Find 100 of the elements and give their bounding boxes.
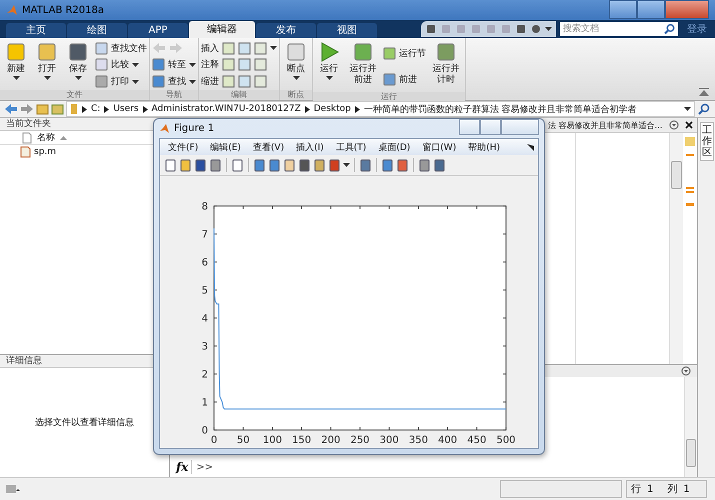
ribbon-button[interactable]: 断点 <box>282 40 310 90</box>
y-tick-label: 6 <box>202 258 208 268</box>
ribbon-button[interactable]: 打印 <box>95 74 147 90</box>
ribbon-tab[interactable]: 绘图 <box>67 23 127 38</box>
ribbon-button[interactable]: 新建 <box>2 40 30 90</box>
ribbon-button[interactable]: 查找文件 <box>95 40 147 56</box>
ribbon-button[interactable]: 运行并前进 <box>346 40 380 92</box>
workspace-tab[interactable]: 工作区 <box>700 122 714 161</box>
y-tick-label: 0 <box>202 426 208 436</box>
grip-icon[interactable] <box>6 484 20 494</box>
ribbon-tab[interactable]: 编辑器 <box>189 21 255 38</box>
caret-icon[interactable] <box>270 46 277 50</box>
caret-icon[interactable] <box>343 163 350 167</box>
ribbon-button[interactable]: 运行 <box>315 40 343 92</box>
x-tick-label: 500 <box>496 435 516 446</box>
ribbon-button[interactable]: 前进 <box>383 72 426 86</box>
path-field[interactable]: C: Users Administrator.WIN7U-20180127Z Desktop 一种简单的带罚函数的粒子群算法 容易修改并且非常简单适合初学者 <box>66 101 695 117</box>
ribbon-tab[interactable]: 视图 <box>317 23 377 38</box>
ribbon-tab[interactable]: 发布 <box>256 23 316 38</box>
caret-icon <box>292 76 300 80</box>
path-segment[interactable]: 一种简单的带罚函数的粒子群算法 容易修改并且非常简单适合初学者 <box>364 102 637 116</box>
sign-in-link[interactable]: 登录 <box>679 22 715 36</box>
scroll-bar[interactable] <box>684 377 697 477</box>
ribbon-tab[interactable]: 主页 <box>6 23 66 38</box>
menu-item[interactable]: 插入(I) <box>296 140 324 154</box>
maximize-button[interactable] <box>480 119 501 135</box>
search-field[interactable]: 搜索文档 <box>560 22 664 36</box>
toolbar-icon[interactable] <box>222 75 235 88</box>
ribbon-button[interactable]: 打开 <box>33 40 61 90</box>
chevron-icon <box>82 106 87 112</box>
toolbar-icon[interactable] <box>238 58 251 72</box>
x-tick-label: 200 <box>321 435 340 446</box>
close-button[interactable] <box>501 119 539 135</box>
caret-icon <box>132 80 139 84</box>
close-icon[interactable] <box>684 121 693 129</box>
toolbar-icon[interactable] <box>238 75 251 88</box>
scroll-bar[interactable] <box>669 133 683 364</box>
path-segment[interactable]: Desktop <box>314 104 351 114</box>
ribbon-label: 插入 <box>201 42 219 55</box>
menu-item[interactable]: 查看(V) <box>252 140 284 154</box>
dropdown-circle-icon[interactable] <box>668 120 679 130</box>
toolbar-icon[interactable] <box>254 42 267 55</box>
minimize-button[interactable] <box>609 0 637 19</box>
row-label: 行 <box>631 483 641 496</box>
search-icon[interactable] <box>697 102 711 116</box>
file-name[interactable]: sp.m <box>34 147 56 157</box>
group-label: 导航 <box>150 90 198 100</box>
caret-icon[interactable] <box>684 107 691 111</box>
ribbon-button[interactable]: 转至 <box>152 57 196 72</box>
minimize-button[interactable] <box>459 119 480 135</box>
menu-item[interactable]: 帮助(H) <box>468 140 500 154</box>
x-tick-label: 100 <box>262 435 282 446</box>
group-label: 运行 <box>313 92 465 102</box>
dropdown-circle-icon[interactable] <box>681 366 691 376</box>
caret-icon[interactable] <box>545 27 552 31</box>
chevron-icon <box>142 106 148 112</box>
maximize-button[interactable] <box>637 0 665 19</box>
chevron-icon <box>354 106 360 112</box>
close-button[interactable] <box>665 0 709 19</box>
row-value: 1 <box>647 484 654 494</box>
path-segment[interactable]: Users <box>113 104 139 114</box>
editor-tab-title[interactable]: 法 容易修改并且非常简单适合… <box>548 120 663 130</box>
toolbar-icon[interactable] <box>222 42 235 55</box>
path-segment[interactable]: C: <box>91 104 100 114</box>
toolbar-icon[interactable] <box>254 58 267 72</box>
y-tick-label: 5 <box>202 286 208 296</box>
toolbar-icon[interactable] <box>222 58 235 72</box>
menu-item[interactable]: 编辑(E) <box>210 140 241 154</box>
x-tick-label: 250 <box>350 435 370 446</box>
column-header[interactable]: 名称 <box>37 131 55 144</box>
y-tick-label: 8 <box>202 202 208 212</box>
ribbon-button[interactable]: 比较 <box>95 57 147 72</box>
chevron-icon <box>304 106 310 112</box>
command-prompt: >> <box>196 462 214 472</box>
toolbar-icon[interactable] <box>238 42 251 55</box>
dock-arrow-icon[interactable] <box>527 144 534 150</box>
menu-item[interactable]: 工具(T) <box>336 140 366 154</box>
ribbon-button[interactable]: 保存 <box>64 40 92 90</box>
ribbon-button[interactable]: 运行节 <box>383 46 426 60</box>
column-value: 1 <box>683 484 690 494</box>
x-tick-label: 150 <box>292 435 312 446</box>
details-message: 选择文件以查看详细信息 <box>35 416 134 429</box>
menu-item[interactable]: 窗口(W) <box>422 140 456 154</box>
toolbar-icon[interactable] <box>254 75 267 88</box>
file-icon <box>22 132 32 144</box>
y-tick-label: 1 <box>202 398 208 408</box>
group-label: 文件 <box>0 90 149 100</box>
collapse-icon[interactable] <box>699 88 709 96</box>
window-title: MATLAB R2018a <box>22 4 104 16</box>
y-tick-label: 4 <box>202 314 208 324</box>
x-tick-label: 50 <box>236 435 250 446</box>
ribbon-button[interactable]: 查找 <box>152 74 196 90</box>
function-browser-button[interactable]: fx <box>176 460 192 474</box>
ribbon-button[interactable]: 运行并计时 <box>429 40 463 92</box>
menu-item[interactable]: 桌面(D) <box>378 140 410 154</box>
ribbon-tab[interactable]: APP <box>128 23 188 38</box>
path-segment[interactable]: Administrator.WIN7U-20180127Z <box>152 104 301 114</box>
back-arrow-icon[interactable] <box>4 103 18 115</box>
y-tick-label: 2 <box>202 370 208 380</box>
menu-item[interactable]: 文件(F) <box>168 140 198 154</box>
